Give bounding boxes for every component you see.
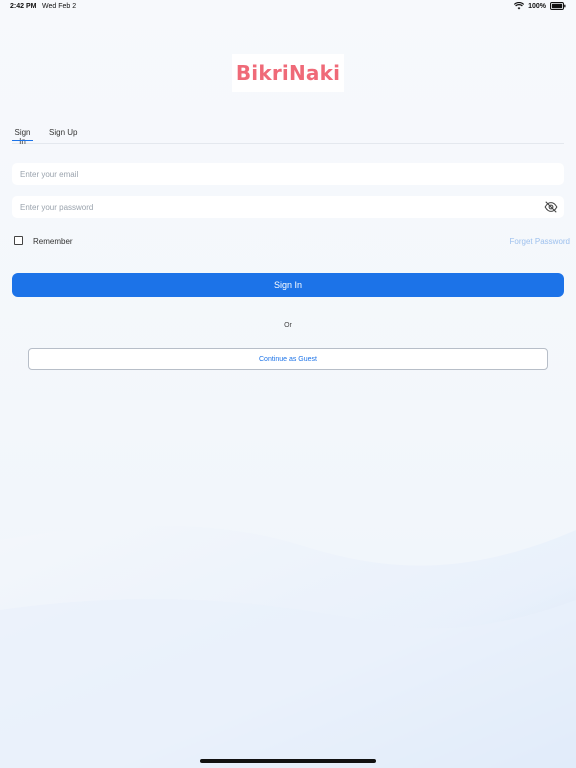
background-wave: [0, 525, 576, 768]
tab-sign-in[interactable]: Sign In: [12, 128, 33, 146]
battery-percentage: 100%: [528, 2, 546, 10]
continue-as-guest-button[interactable]: Continue as Guest: [28, 348, 548, 370]
remember-label: Remember: [33, 237, 73, 246]
sign-in-button[interactable]: Sign In: [12, 273, 564, 297]
status-bar: 2:42 PM Wed Feb 2 100%: [0, 0, 576, 16]
forget-password-link[interactable]: Forget Password: [510, 237, 570, 246]
brand-logo-text: BikriNaki: [235, 61, 341, 85]
email-field[interactable]: [20, 163, 540, 185]
password-field-container: [12, 196, 564, 218]
remember-row: Remember Forget Password: [14, 236, 570, 248]
status-time: 2:42 PM: [10, 3, 37, 10]
status-date: Wed Feb 2: [42, 3, 77, 10]
email-field-container: [12, 163, 564, 185]
wifi-icon: [514, 2, 525, 10]
or-divider-text: Or: [284, 322, 292, 329]
battery-icon: [550, 2, 566, 10]
home-indicator: [200, 759, 376, 763]
active-tab-indicator: [12, 140, 33, 141]
eye-off-icon[interactable]: [544, 200, 558, 214]
status-right-group: 100%: [514, 2, 566, 10]
auth-tabs: Sign In Sign Up: [12, 126, 564, 146]
tab-sign-up[interactable]: Sign Up: [49, 128, 77, 137]
brand-logo: BikriNaki: [232, 54, 344, 92]
password-field[interactable]: [20, 196, 540, 218]
remember-checkbox[interactable]: [14, 236, 23, 245]
